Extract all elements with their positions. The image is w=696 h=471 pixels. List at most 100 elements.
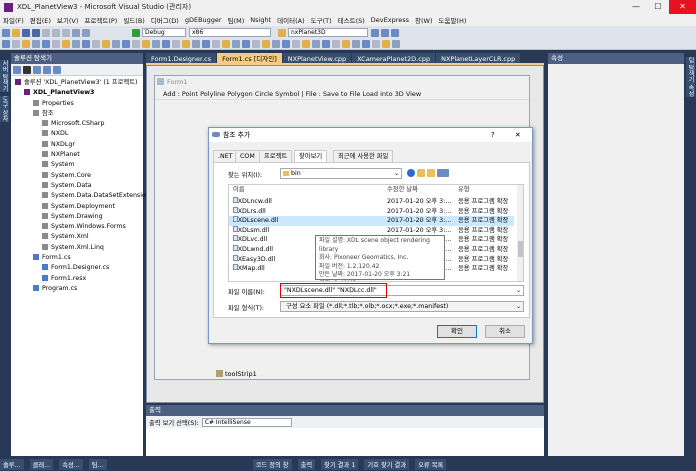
solution-tree-item[interactable]: 솔루션 'XDL_PlanetView3' (1 프로젝트)	[11, 78, 143, 88]
menu-item-0[interactable]: 파일(F)	[3, 15, 24, 25]
dialog-tab-3[interactable]: 찾아보기	[294, 150, 328, 162]
solution-tree-item[interactable]: System.Windows.Forms	[11, 222, 143, 232]
dialog-tab-1[interactable]: COM	[235, 150, 260, 162]
toolbar-button-icon[interactable]	[292, 39, 300, 48]
bottom-tab-2[interactable]: 속성...	[59, 458, 83, 470]
toolbar-button-icon[interactable]	[32, 39, 40, 48]
toolbar-button-icon[interactable]	[62, 39, 70, 48]
file-row[interactable]: NXDLsm.dll 2017-01-20 오후 3:... 응용 프로그램 확장	[229, 225, 514, 236]
save-icon[interactable]	[22, 28, 30, 37]
look-in-select[interactable]: bin ⌄	[280, 168, 402, 179]
save-all-icon[interactable]	[32, 28, 40, 37]
menu-item-3[interactable]: 프로젝트(P)	[84, 15, 117, 25]
bottom-tab-1[interactable]: 클래...	[29, 458, 54, 470]
toolbar-button-icon[interactable]	[12, 39, 20, 48]
toolbar-button-icon[interactable]	[142, 39, 150, 48]
help-button[interactable]: ?	[491, 128, 495, 142]
view-menu-icon[interactable]	[437, 169, 449, 177]
undo-icon[interactable]	[72, 28, 80, 37]
bottom-tab-7[interactable]: 기호 찾기 결과	[364, 458, 410, 470]
solution-tree-item[interactable]: System.Xml.Linq	[11, 243, 143, 253]
toolbar-button-icon[interactable]	[42, 39, 50, 48]
solution-tree-item[interactable]: Form1.Designer.cs	[11, 263, 143, 273]
menu-item-9[interactable]: 데이터(A)	[277, 15, 304, 25]
back-icon[interactable]	[407, 169, 415, 177]
solution-tree-item[interactable]: System.Data.DataSetExtensions	[11, 191, 153, 201]
toolbar-button-icon[interactable]	[162, 39, 170, 48]
toolbar-button-icon[interactable]	[132, 39, 140, 48]
startup-project-select[interactable]: nxPlanet3D	[288, 28, 368, 37]
properties-icon[interactable]	[13, 65, 21, 74]
toolstrip-label[interactable]: toolStrip1	[225, 370, 257, 378]
toolbar-button-icon[interactable]	[232, 39, 240, 48]
toolbar-button-icon[interactable]	[192, 39, 200, 48]
solution-tree-item[interactable]: NXDLgr	[11, 140, 143, 150]
menu-item-5[interactable]: 디버그(D)	[151, 15, 179, 25]
solution-tree-item[interactable]: System.Xml	[11, 232, 143, 242]
toolbar-button-icon[interactable]	[272, 39, 280, 48]
bottom-tab-8[interactable]: 오류 목록	[415, 458, 447, 470]
bottom-tab-6[interactable]: 찾기 결과 1	[321, 458, 359, 470]
file-name-input[interactable]: "NXDLscene.dll" "NXDLcc.dll"	[284, 287, 377, 294]
solution-tree-item[interactable]: NXDL	[11, 129, 143, 139]
solution-explorer-icon[interactable]	[371, 28, 379, 37]
toolbar-button-icon[interactable]	[182, 39, 190, 48]
toolbar-button-icon[interactable]	[382, 39, 390, 48]
find-icon[interactable]	[278, 28, 286, 37]
menu-item-11[interactable]: 테스트(S)	[338, 15, 365, 25]
toolbox-icon[interactable]	[391, 28, 399, 37]
solution-tree-item[interactable]: XDL_PlanetView3	[11, 88, 143, 98]
file-type-select[interactable]: 구성 요소 파일 (*.dll;*.tlb;*.olb;*.ocx;*.exe;…	[280, 301, 524, 312]
dialog-tab-0[interactable]: .NET	[213, 150, 238, 162]
toolbar-button-icon[interactable]	[212, 39, 220, 48]
menu-item-6[interactable]: gDEBugger	[185, 16, 222, 24]
menu-item-13[interactable]: 창(W)	[415, 15, 432, 25]
solution-tree-item[interactable]: System.Drawing	[11, 212, 143, 222]
up-folder-icon[interactable]	[417, 169, 425, 177]
column-name[interactable]: 이름	[233, 185, 245, 195]
toolbar-button-icon[interactable]	[2, 39, 10, 48]
view-designer-icon[interactable]	[53, 65, 61, 74]
copy-icon[interactable]	[52, 28, 60, 37]
dialog-close-button[interactable]: ✕	[515, 128, 521, 142]
menu-item-4[interactable]: 빌드(B)	[123, 15, 145, 25]
toolbar-button-icon[interactable]	[242, 39, 250, 48]
redo-icon[interactable]	[82, 28, 90, 37]
solution-tree-item[interactable]: Form1.resx	[11, 274, 143, 284]
menu-item-7[interactable]: 팀(M)	[228, 15, 245, 25]
toolbar-button-icon[interactable]	[92, 39, 100, 48]
toolbar-button-icon[interactable]	[82, 39, 90, 48]
server-explorer-tab[interactable]: 서버 탐색기	[0, 60, 9, 92]
toolbar-button-icon[interactable]	[392, 39, 400, 48]
close-button[interactable]: ✕	[669, 0, 696, 14]
toolbar-button-icon[interactable]	[22, 39, 30, 48]
menu-item-10[interactable]: 도구(T)	[311, 15, 332, 25]
toolbox-tab[interactable]: 도구 상자	[0, 95, 9, 122]
toolbar-button-icon[interactable]	[372, 39, 380, 48]
menu-item-1[interactable]: 편집(E)	[30, 15, 51, 25]
toolbar-button-icon[interactable]	[312, 39, 320, 48]
solution-tree-item[interactable]: NXPlanet	[11, 150, 143, 160]
menu-item-2[interactable]: 보기(V)	[57, 15, 78, 25]
toolbar-button-icon[interactable]	[52, 39, 60, 48]
start-debugging-icon[interactable]	[132, 28, 140, 37]
toolbar-button-icon[interactable]	[302, 39, 310, 48]
solution-tree-item[interactable]: Program.cs	[11, 284, 143, 294]
solution-tree-item[interactable]: Microsoft.CSharp	[11, 119, 143, 129]
column-type[interactable]: 유형	[458, 185, 470, 195]
menu-item-12[interactable]: DevExpress	[371, 16, 409, 24]
toolbar-button-icon[interactable]	[262, 39, 270, 48]
dialog-tab-4[interactable]: 최근에 사용한 파일	[333, 150, 394, 162]
file-list-scrollbar[interactable]	[517, 185, 523, 281]
toolbar-button-icon[interactable]	[222, 39, 230, 48]
dialog-tab-2[interactable]: 프로젝트	[259, 150, 293, 162]
team-explorer-tab[interactable]: 팀 탐색기 속성	[686, 57, 695, 97]
minimize-button[interactable]: —	[625, 0, 647, 14]
file-row[interactable]: NXDLscene.dll 2017-01-20 오후 3:... 응용 프로그램 …	[229, 216, 514, 226]
output-source-select[interactable]: C# IntelliSense	[201, 417, 292, 427]
toolbar-button-icon[interactable]	[332, 39, 340, 48]
column-date[interactable]: 수정한 날짜	[387, 185, 418, 195]
solution-tree-item[interactable]: 참조	[11, 109, 143, 119]
menu-item-8[interactable]: Nsight	[250, 16, 271, 24]
toolbar-button-icon[interactable]	[72, 39, 80, 48]
